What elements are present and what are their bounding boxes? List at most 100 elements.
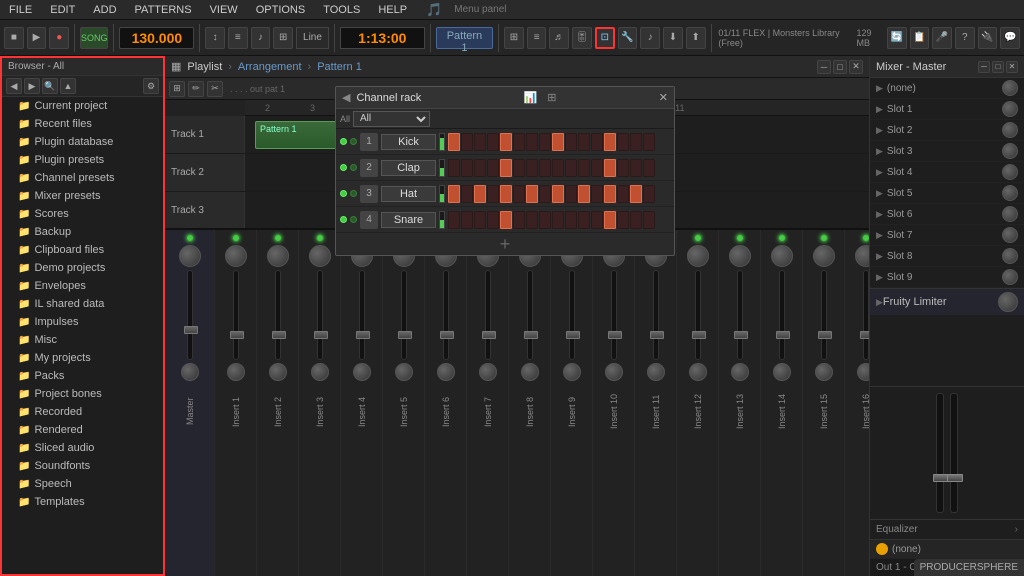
step-btn-6[interactable] <box>526 211 538 229</box>
stop-button[interactable]: ■ <box>4 27 24 49</box>
step-btn-11[interactable] <box>591 159 603 177</box>
toolbar-icon-14[interactable]: 📋 <box>910 27 930 49</box>
mixer-fader-thumb[interactable] <box>524 331 538 339</box>
master-fader-right-thumb[interactable] <box>947 474 963 482</box>
mixer-pan-knob[interactable] <box>269 363 287 381</box>
playlist-maximize-btn[interactable]: □ <box>833 60 847 74</box>
pattern-button[interactable]: Pattern 1 <box>436 27 493 49</box>
mixer-pan-knob[interactable] <box>563 363 581 381</box>
mixer-fader-thumb[interactable] <box>272 331 286 339</box>
browser-item-mixer-presets[interactable]: 📁Mixer presets <box>2 187 163 205</box>
cr-close-btn[interactable]: ✕ <box>659 91 668 104</box>
browser-item-envelopes[interactable]: 📁Envelopes <box>2 277 163 295</box>
step-btn-1[interactable] <box>461 185 473 203</box>
mm-slot-3[interactable]: ▶ Slot 3 <box>870 141 1024 162</box>
step-btn-4[interactable] <box>500 185 512 203</box>
mixer-fader-thumb[interactable] <box>566 331 580 339</box>
mixer-pan-knob[interactable] <box>689 363 707 381</box>
browser-forward-btn[interactable]: ▶ <box>24 78 40 94</box>
playlist-close-btn[interactable]: ✕ <box>849 60 863 74</box>
step-btn-13[interactable] <box>617 185 629 203</box>
mixer-fader-thumb[interactable] <box>440 331 454 339</box>
browser-item-impulses[interactable]: 📁Impulses <box>2 313 163 331</box>
step-btn-8[interactable] <box>552 185 564 203</box>
toolbar-icon-1[interactable]: ↕ <box>205 27 225 49</box>
mixer-pan-knob[interactable] <box>437 363 455 381</box>
mixer-knob[interactable] <box>855 245 870 267</box>
fruity-limiter-knob[interactable] <box>998 292 1018 312</box>
step-btn-6[interactable] <box>526 185 538 203</box>
browser-item-recent-files[interactable]: 📁Recent files <box>2 115 163 133</box>
browser-item-sliced-audio[interactable]: 📁Sliced audio <box>2 439 163 457</box>
mixer-fader-track[interactable] <box>359 270 365 360</box>
mixer-fader-track[interactable] <box>695 270 701 360</box>
toolbar-icon-4[interactable]: ⊞ <box>273 27 293 49</box>
mixer-fader-thumb[interactable] <box>184 326 198 334</box>
bpm-display[interactable]: 130.000 <box>119 27 194 49</box>
browser-item-scores[interactable]: 📁Scores <box>2 205 163 223</box>
browser-item-rendered[interactable]: 📁Rendered <box>2 421 163 439</box>
mm-slot-8[interactable]: ▶ Slot 8 <box>870 246 1024 267</box>
step-btn-1[interactable] <box>461 159 473 177</box>
step-btn-11[interactable] <box>591 185 603 203</box>
step-btn-9[interactable] <box>565 185 577 203</box>
channel-mute-led[interactable] <box>350 138 357 145</box>
mixer-fader-thumb[interactable] <box>608 331 622 339</box>
step-btn-9[interactable] <box>565 133 577 151</box>
mixer-fader-track[interactable] <box>401 270 407 360</box>
browser-options-btn[interactable]: ⚙ <box>143 78 159 94</box>
mixer-led[interactable] <box>862 234 870 242</box>
mixer-knob[interactable] <box>813 245 835 267</box>
pl-tb-3[interactable]: ✂ <box>207 81 223 97</box>
add-channel-btn[interactable]: + <box>336 233 674 255</box>
slot-6-knob[interactable] <box>1002 206 1018 222</box>
step-btn-9[interactable] <box>565 159 577 177</box>
mixer-knob[interactable] <box>179 245 201 267</box>
mixer-knob[interactable] <box>771 245 793 267</box>
step-btn-7[interactable] <box>539 211 551 229</box>
browser-item-plugin-database[interactable]: 📁Plugin database <box>2 133 163 151</box>
browser-item-backup[interactable]: 📁Backup <box>2 223 163 241</box>
mm-slot-9[interactable]: ▶ Slot 9 <box>870 267 1024 288</box>
step-btn-8[interactable] <box>552 133 564 151</box>
mixer-led[interactable] <box>820 234 828 242</box>
browser-item-current-project[interactable]: 📁Current project <box>2 97 163 115</box>
toolbar-icon-5[interactable]: ⊞ <box>504 27 524 49</box>
channel-level[interactable] <box>439 159 445 177</box>
browser-item-misc[interactable]: 📁Misc <box>2 331 163 349</box>
channel-active-led[interactable] <box>340 138 347 145</box>
master-fader-left[interactable] <box>936 393 944 513</box>
mixer-fader-track[interactable] <box>611 270 617 360</box>
mixer-fader-thumb[interactable] <box>734 331 748 339</box>
browser-item-il-shared-data[interactable]: 📁IL shared data <box>2 295 163 313</box>
menu-item-patterns[interactable]: PATTERNS <box>132 4 195 16</box>
mixer-knob[interactable] <box>225 245 247 267</box>
slot-2-knob[interactable] <box>1002 122 1018 138</box>
pl-tb-2[interactable]: ✏ <box>188 81 204 97</box>
toolbar-icon-13[interactable]: 🔄 <box>887 27 907 49</box>
step-btn-14[interactable] <box>630 159 642 177</box>
mixer-led[interactable] <box>274 234 282 242</box>
toolbar-icon-16[interactable]: ? <box>955 27 975 49</box>
mixer-pan-knob[interactable] <box>227 363 245 381</box>
browser-item-templates[interactable]: 📁Templates <box>2 493 163 511</box>
step-btn-13[interactable] <box>617 133 629 151</box>
mixer-fader-track[interactable] <box>317 270 323 360</box>
menu-item-add[interactable]: ADD <box>90 4 119 16</box>
channel-name[interactable]: Clap <box>381 160 436 176</box>
step-btn-4[interactable] <box>500 211 512 229</box>
cr-filter-select[interactable]: All Audio Automation <box>353 111 430 127</box>
mixer-led[interactable] <box>186 234 194 242</box>
mixer-fader-thumb[interactable] <box>482 331 496 339</box>
mixer-pan-knob[interactable] <box>479 363 497 381</box>
mixer-pan-knob[interactable] <box>311 363 329 381</box>
step-btn-11[interactable] <box>591 133 603 151</box>
step-btn-3[interactable] <box>487 159 499 177</box>
toolbar-icon-2[interactable]: ≡ <box>228 27 248 49</box>
menu-item-edit[interactable]: EDIT <box>47 4 78 16</box>
step-btn-7[interactable] <box>539 133 551 151</box>
mixer-pan-knob[interactable] <box>815 363 833 381</box>
step-btn-6[interactable] <box>526 133 538 151</box>
mixer-pan-knob[interactable] <box>353 363 371 381</box>
mixer-fader-thumb[interactable] <box>860 331 870 339</box>
